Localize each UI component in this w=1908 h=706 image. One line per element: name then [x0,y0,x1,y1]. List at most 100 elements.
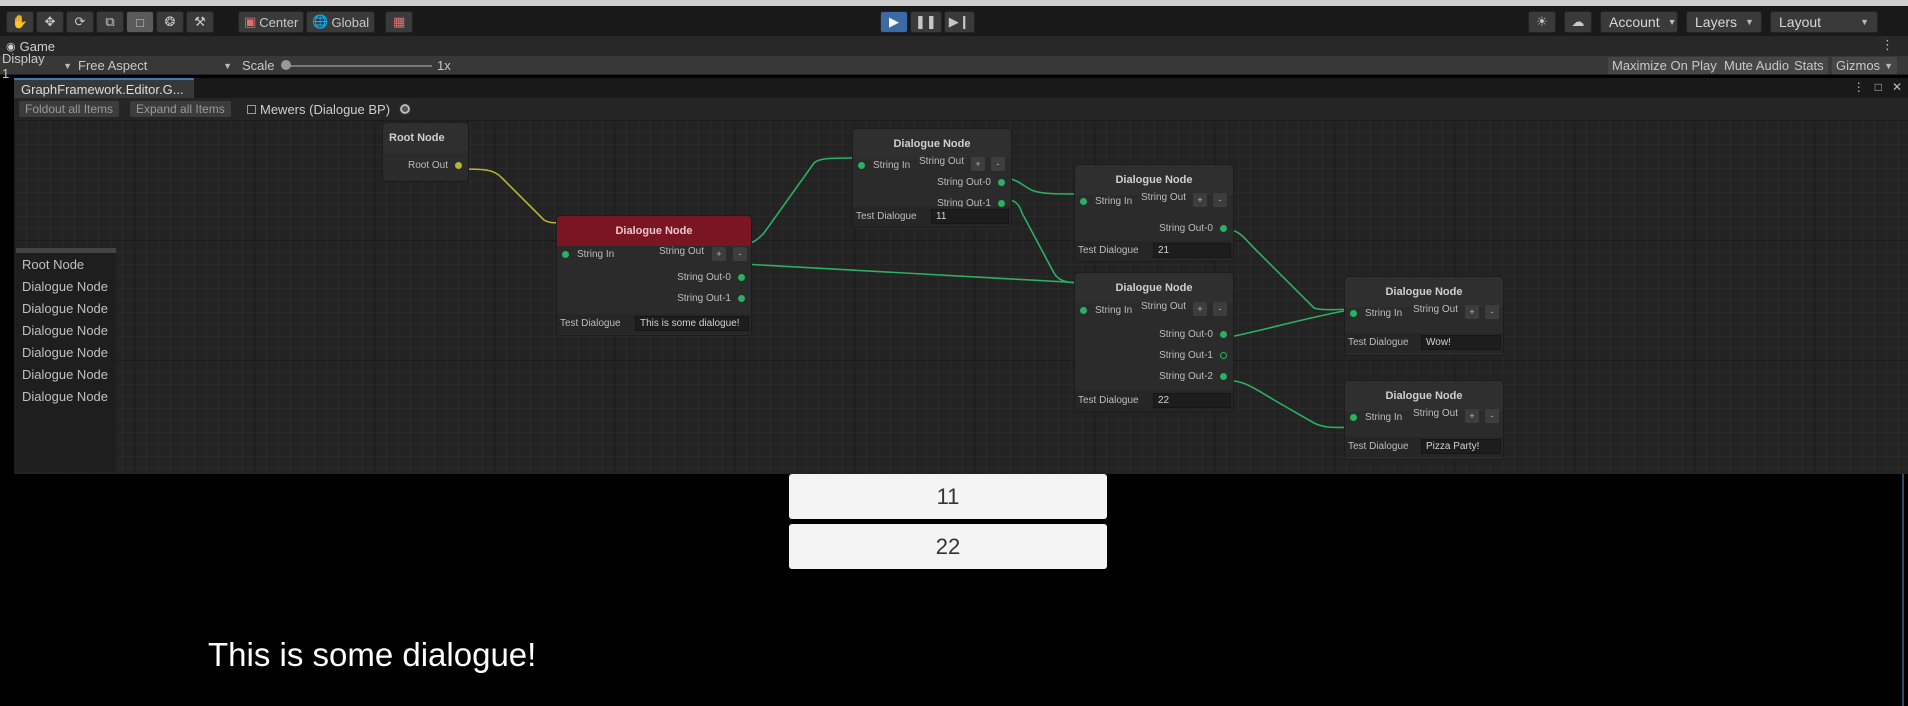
test-dialogue-field[interactable]: This is some dialogue! [635,316,749,331]
add-port-button[interactable]: + [1465,305,1479,319]
test-dialogue-label: Test Dialogue [1078,245,1139,256]
string-out-0-port[interactable] [1220,225,1227,232]
game-view-edge [1902,474,1904,706]
custom-tool-icon[interactable]: ⚒ [186,11,214,33]
string-in-port[interactable] [1350,310,1357,317]
scriptable-object-icon [247,104,256,114]
pivot-toggle[interactable]: ▣ Center [238,11,305,33]
string-in-label: String In [1365,412,1403,423]
string-in-port[interactable] [1350,414,1357,421]
string-out-0-label: String Out-0 [1159,223,1213,234]
graph-object-field[interactable]: Mewers (Dialogue BP) [247,101,413,117]
test-dialogue-row: Test Dialogue 11 [853,207,1011,227]
more-options-icon[interactable]: ⋮ [1853,80,1865,94]
pivot-icon: ▣ [244,14,257,29]
remove-port-button[interactable]: - [1213,302,1227,316]
layout-dropdown[interactable]: Layout ▼ [1770,11,1878,33]
pause-button[interactable]: ❚❚ [910,11,942,33]
scale-slider-handle[interactable] [281,60,291,70]
more-options-icon[interactable]: ⋮ [1881,37,1894,53]
dialogue-node-3[interactable]: Dialogue Node String In String Out + - S… [1074,164,1234,262]
test-dialogue-field[interactable]: Pizza Party! [1421,439,1501,454]
string-in-port[interactable] [1080,198,1087,205]
list-item[interactable]: Dialogue Node [16,341,116,363]
test-dialogue-field[interactable]: Wow! [1421,335,1501,350]
dialogue-node-5[interactable]: Dialogue Node String In String Out + - T… [1344,276,1504,356]
string-out-1-port[interactable] [998,200,1005,207]
list-item[interactable]: Root Node [16,253,116,275]
scale-tool-icon[interactable]: ⧉ [96,11,124,33]
maximize-icon[interactable]: □ [1875,80,1882,94]
hand-tool-icon[interactable]: ✋ [6,11,34,33]
close-icon[interactable]: ✕ [1892,80,1902,94]
step-button[interactable]: ▶❙ [943,11,975,33]
gizmos-toggle[interactable]: Gizmos ▼ [1832,57,1897,74]
remove-port-button[interactable]: - [1213,193,1227,207]
remove-port-button[interactable]: - [1485,305,1499,319]
add-port-button[interactable]: + [1193,302,1207,316]
choice-button[interactable]: 11 [789,474,1107,519]
string-out-0-port[interactable] [1220,331,1227,338]
string-out-0-port[interactable] [998,179,1005,186]
graph-editor-window: GraphFramework.Editor.G... ⋮ □ ✕ Foldout… [14,78,1908,474]
add-port-button[interactable]: + [1193,193,1207,207]
play-button[interactable]: ▶ [880,11,908,33]
string-out-0-label: String Out-0 [1159,329,1213,340]
string-out-0-label: String Out-0 [937,177,991,188]
space-toggle[interactable]: 🌐 Global [306,11,376,33]
grid-snap-button[interactable]: ▦ [385,11,414,33]
string-in-port[interactable] [562,251,569,258]
add-port-button[interactable]: + [971,157,985,171]
dialogue-node-2[interactable]: Dialogue Node String In String Out + - S… [852,128,1012,228]
rect-tool-icon[interactable]: □ [126,11,154,33]
test-dialogue-field[interactable]: 21 [1153,243,1231,258]
list-item[interactable]: Dialogue Node [16,385,116,407]
layers-dropdown[interactable]: Layers ▼ [1686,11,1762,33]
string-out-header: String Out [659,246,705,257]
string-out-0-port[interactable] [738,274,745,281]
string-out-1-port[interactable] [738,295,745,302]
transform-tool-icon[interactable]: ❂ [156,11,184,33]
string-out-2-port[interactable] [1220,373,1227,380]
expand-all-button[interactable]: Expand all Items [130,101,231,117]
cloud-button[interactable]: ☁ [1564,11,1592,33]
add-port-button[interactable]: + [712,247,726,261]
object-picker-icon[interactable] [398,102,413,116]
chevron-down-icon: ▼ [63,60,72,71]
dialogue-node-4[interactable]: Dialogue Node String In String Out + - S… [1074,272,1234,412]
game-tab[interactable]: ◉ Game ⋮ [0,36,1908,56]
foldout-all-button[interactable]: Foldout all Items [19,101,120,117]
services-button[interactable]: ☀ [1528,11,1556,33]
move-tool-icon[interactable]: ✥ [36,11,64,33]
string-out-0-label: String Out-0 [677,272,731,283]
list-item[interactable]: Dialogue Node [16,363,116,385]
remove-port-button[interactable]: - [733,247,747,261]
rotate-tool-icon[interactable]: ⟳ [66,11,94,33]
dialogue-node-6[interactable]: Dialogue Node String In String Out + - T… [1344,380,1504,460]
choice-button[interactable]: 22 [789,524,1107,569]
chevron-down-icon: ▼ [223,60,232,71]
test-dialogue-field[interactable]: 11 [931,209,1009,224]
scale-slider-track[interactable] [286,65,432,67]
test-dialogue-field[interactable]: 22 [1153,393,1231,408]
string-in-port[interactable] [1080,307,1087,314]
graph-editor-tab[interactable]: GraphFramework.Editor.G... [14,78,194,98]
display-dropdown[interactable]: Display 1 ▼ [2,51,74,81]
list-item[interactable]: Dialogue Node [16,275,116,297]
add-port-button[interactable]: + [1465,409,1479,423]
string-out-1-port[interactable] [1220,352,1227,359]
test-dialogue-label: Test Dialogue [1348,337,1409,348]
aspect-dropdown[interactable]: Free Aspect ▼ [78,57,232,74]
root-out-port[interactable] [455,162,462,169]
list-item[interactable]: Dialogue Node [16,319,116,341]
root-node[interactable]: Root Node Root Out [382,122,469,182]
stats-toggle[interactable]: Stats [1790,57,1828,74]
remove-port-button[interactable]: - [1485,409,1499,423]
mute-audio-toggle[interactable]: Mute Audio [1720,57,1794,74]
remove-port-button[interactable]: - [991,157,1005,171]
account-dropdown[interactable]: Account ▼ [1600,11,1678,33]
string-in-port[interactable] [858,162,865,169]
dialogue-node-1[interactable]: Dialogue Node String In String Out + - S… [556,215,752,336]
maximize-on-play-toggle[interactable]: Maximize On Play [1608,57,1721,74]
list-item[interactable]: Dialogue Node [16,297,116,319]
